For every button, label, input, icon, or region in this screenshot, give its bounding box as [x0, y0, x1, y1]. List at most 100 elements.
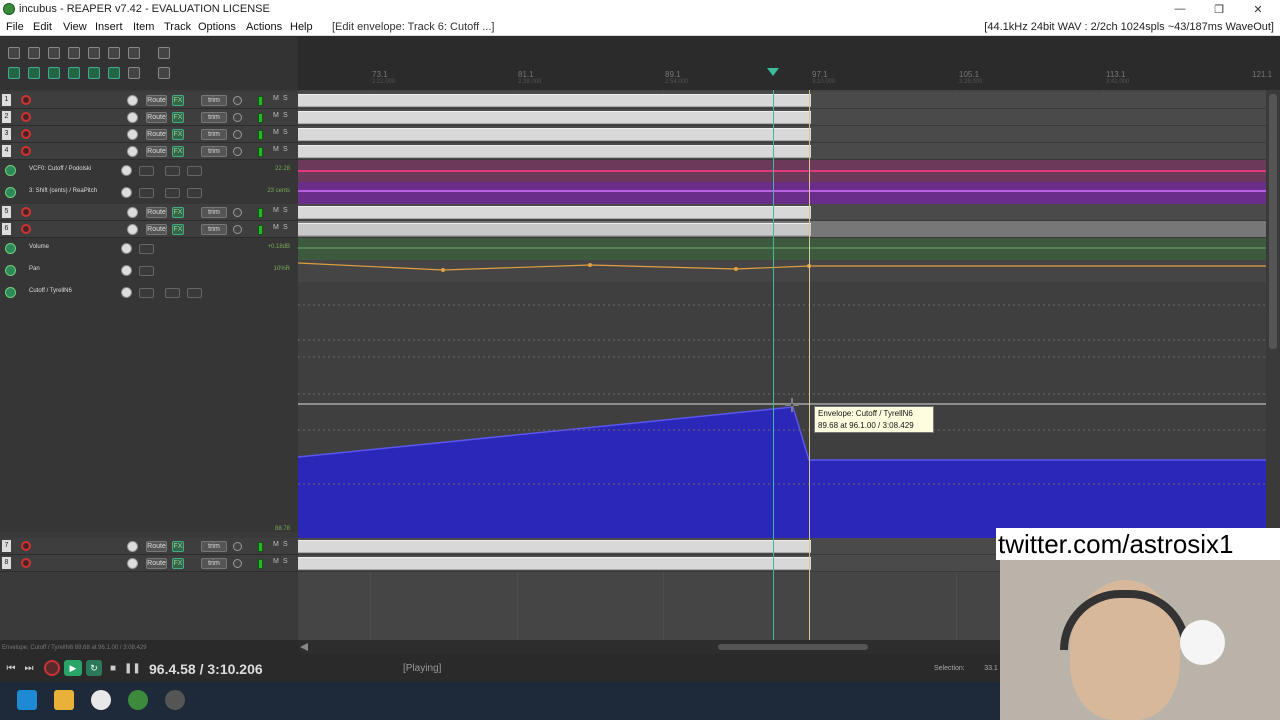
envelope-lane-pan[interactable]: Pan 10%R	[0, 260, 298, 282]
windows-start-icon[interactable]	[17, 690, 37, 710]
track-6[interactable]: 6 Route FX trim M S	[0, 221, 298, 238]
pan-envelope-line[interactable]	[298, 260, 1266, 282]
midi-item[interactable]	[298, 223, 811, 236]
track-4[interactable]: 4 Route FX trim M S	[0, 143, 298, 160]
fx-button[interactable]: FX	[172, 129, 184, 140]
mute-button[interactable]: M	[273, 129, 279, 136]
trim-button[interactable]: trim	[201, 129, 227, 140]
envelope-arm-button[interactable]	[165, 188, 180, 198]
envelope-bypass-button[interactable]	[187, 188, 202, 198]
item-grouping-icon[interactable]	[68, 67, 80, 79]
track-2[interactable]: 2 Route FX trim M S	[0, 109, 298, 126]
record-arm-button[interactable]	[21, 129, 31, 139]
fx-button[interactable]: FX	[172, 112, 184, 123]
chrome-icon[interactable]	[128, 690, 148, 710]
trim-button[interactable]: trim	[201, 95, 227, 106]
volume-knob[interactable]	[127, 224, 138, 235]
minimize-button[interactable]: —	[1173, 3, 1187, 15]
mono-icon[interactable]	[233, 130, 242, 139]
yandex-browser-icon[interactable]	[91, 690, 111, 710]
record-arm-button[interactable]	[21, 541, 31, 551]
route-button[interactable]: Route	[146, 207, 167, 218]
open-project-icon[interactable]	[28, 47, 40, 59]
route-button[interactable]: Route	[146, 112, 167, 123]
envelope-active-icon[interactable]	[5, 265, 16, 276]
midi-item[interactable]	[298, 111, 811, 124]
solo-button[interactable]: S	[283, 112, 288, 119]
mono-icon[interactable]	[233, 208, 242, 217]
record-arm-button[interactable]	[21, 146, 31, 156]
mute-button[interactable]: M	[273, 146, 279, 153]
menu-options[interactable]: Options	[198, 21, 236, 33]
project-settings-icon[interactable]	[68, 47, 80, 59]
grid-icon[interactable]	[28, 67, 40, 79]
fx-button[interactable]: FX	[172, 541, 184, 552]
track-1[interactable]: 1 Route FX trim M S	[0, 92, 298, 109]
mono-icon[interactable]	[233, 542, 242, 551]
mute-button[interactable]: M	[273, 95, 279, 102]
menu-track[interactable]: Track	[164, 21, 191, 33]
menu-help[interactable]: Help	[290, 21, 313, 33]
envelope-lane-vcf-area[interactable]	[298, 160, 1266, 182]
midi-item[interactable]	[298, 94, 811, 107]
envelope-lane-shift-area[interactable]	[298, 182, 1266, 204]
envelope-mod-button[interactable]	[139, 266, 154, 276]
envelope-value-knob[interactable]	[121, 265, 132, 276]
timeline-ruler[interactable]: 73.1 2:22.000 81.1 2:38.000 89.1 2:54.000 9…	[298, 37, 1280, 90]
record-arm-button[interactable]	[21, 112, 31, 122]
vcf-envelope-line[interactable]	[298, 160, 1266, 182]
envelope-lane-vcf-cutoff[interactable]: VCF0: Cutoff / Podolski 22.28	[0, 160, 298, 182]
envelope-bypass-button[interactable]	[187, 166, 202, 176]
midi-item[interactable]	[298, 206, 811, 219]
track-7[interactable]: 7 Route FX trim M S	[0, 538, 298, 555]
cursor-icon[interactable]	[158, 67, 170, 79]
record-arm-button[interactable]	[21, 558, 31, 568]
track-8[interactable]: 8 Route FX trim M S	[0, 555, 298, 572]
envelope-value-knob[interactable]	[121, 165, 132, 176]
record-arm-button[interactable]	[21, 95, 31, 105]
route-button[interactable]: Route	[146, 95, 167, 106]
volume-knob[interactable]	[127, 558, 138, 569]
envelope-lane-pan-area[interactable]	[298, 260, 1266, 282]
volume-knob[interactable]	[127, 129, 138, 140]
transport-time[interactable]: 96.4.58 / 3:10.206	[149, 661, 263, 677]
solo-button[interactable]: S	[283, 541, 288, 548]
trim-button[interactable]: trim	[201, 541, 227, 552]
restore-button[interactable]: ❐	[1212, 3, 1226, 16]
envelope-arm-button[interactable]	[165, 288, 180, 298]
snap-icon[interactable]	[48, 67, 60, 79]
fx-button[interactable]: FX	[172, 95, 184, 106]
route-button[interactable]: Route	[146, 558, 167, 569]
envelope-arm-button[interactable]	[165, 166, 180, 176]
envelope-lane-volume-area[interactable]	[298, 238, 1266, 260]
solo-button[interactable]: S	[283, 146, 288, 153]
mute-button[interactable]: M	[273, 207, 279, 214]
lock-icon[interactable]	[128, 67, 140, 79]
trim-button[interactable]: trim	[201, 112, 227, 123]
envelope-mod-button[interactable]	[139, 166, 154, 176]
route-button[interactable]: Route	[146, 146, 167, 157]
midi-item[interactable]	[298, 145, 811, 158]
menu-item[interactable]: Item	[133, 21, 154, 33]
solo-button[interactable]: S	[283, 558, 288, 565]
envelope-value-knob[interactable]	[121, 287, 132, 298]
close-button[interactable]: ✕	[1251, 3, 1265, 16]
record-arm-button[interactable]	[21, 207, 31, 217]
solo-button[interactable]: S	[283, 95, 288, 102]
new-project-icon[interactable]	[8, 47, 20, 59]
go-to-start-button[interactable]: ⏮	[4, 662, 18, 676]
mono-icon[interactable]	[233, 147, 242, 156]
stop-button[interactable]: ■	[106, 662, 120, 676]
cutoff-envelope-shape[interactable]	[298, 282, 1266, 538]
menu-file[interactable]: File	[6, 21, 24, 33]
selection-readout[interactable]: Selection: 33.1	[934, 665, 998, 672]
envelope-mod-button[interactable]	[139, 188, 154, 198]
vertical-scroll-thumb[interactable]	[1269, 94, 1277, 349]
volume-knob[interactable]	[127, 146, 138, 157]
midi-item[interactable]	[298, 540, 811, 553]
envelope-active-icon[interactable]	[5, 287, 16, 298]
play-cursor-marker-icon[interactable]	[767, 68, 779, 77]
mute-button[interactable]: M	[273, 541, 279, 548]
mute-button[interactable]: M	[273, 112, 279, 119]
menu-edit[interactable]: Edit	[33, 21, 52, 33]
